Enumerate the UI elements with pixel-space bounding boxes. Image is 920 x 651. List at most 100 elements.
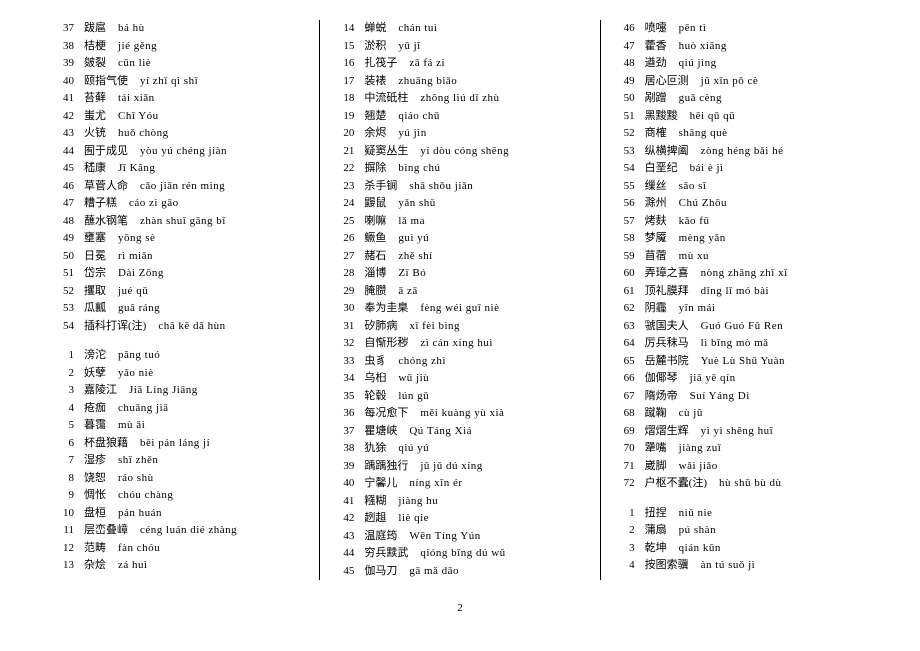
entry-pinyin: cáo zi gāo [129,195,179,212]
vocab-entry: 16扎筏子zā fá zi [332,55,587,72]
vocab-entry: 23杀手锏shā shǒu jiǎn [332,178,587,195]
vocab-entry: 9惆怅chóu chàng [52,487,307,504]
entry-pinyin: Yuè Lù Shū Yuàn [701,353,785,370]
entry-number: 19 [332,108,354,125]
entry-number: 37 [332,423,354,440]
entry-number: 38 [52,38,74,55]
entry-term: 攫取 [84,283,106,300]
entry-pinyin: yǎn shǔ [398,195,435,212]
entry-pinyin: chóu chàng [118,487,173,504]
entry-term: 踽踽独行 [364,458,408,475]
entry-pinyin: tái xiǎn [118,90,155,107]
entry-number: 27 [332,248,354,265]
entry-pinyin: mèng yǎn [679,230,726,247]
entry-pinyin: yú jìn [398,125,426,142]
vocab-entry: 32自惭形秽zì cán xíng huì [332,335,587,352]
entry-number: 56 [613,195,635,212]
entry-pinyin: níng xīn ér [409,475,462,492]
entry-term: 苔藓 [84,90,106,107]
vocab-entry: 44穷兵黩武qióng bīng dú wǔ [332,545,587,562]
entry-term: 嵇康 [84,160,106,177]
entry-term: 层峦叠嶂 [84,522,128,539]
entry-pinyin: Suí Yáng Dì [690,388,750,405]
entry-pinyin: niǔ nie [679,505,713,522]
vocab-entry: 1扭捏niǔ nie [613,505,868,522]
vocab-entry: 54插科打诨(注)chā kē dǎ hùn [52,318,307,335]
entry-term: 蝉蜕 [364,20,386,37]
entry-term: 淄博 [364,265,386,282]
entry-pinyin: Zī Bó [398,265,426,282]
entry-number: 41 [52,90,74,107]
vocab-entry: 2妖孽yāo niè [52,365,307,382]
vocab-entry: 27赭石zhě shí [332,248,587,265]
entry-number: 42 [332,510,354,527]
entry-pinyin: zì cán xíng huì [420,335,493,352]
entry-pinyin: Jī Kāng [118,160,155,177]
vocab-entry: 61顶礼膜拜dǐng lǐ mó bài [613,283,868,300]
vocab-entry: 72户枢不蠹(注)hù shū bù dù [613,475,868,492]
vocab-entry: 31矽肺病xī fèi bìng [332,318,587,335]
entry-number: 68 [613,405,635,422]
entry-number: 49 [52,230,74,247]
entry-number: 54 [613,160,635,177]
entry-pinyin: qiú jìng [679,55,717,72]
vocab-entry: 40宁馨儿níng xīn ér [332,475,587,492]
entry-pinyin: kǎo fū [679,213,710,230]
entry-number: 52 [52,283,74,300]
entry-term: 囿于成见 [84,143,128,160]
entry-term: 喇嘛 [364,213,386,230]
entry-pinyin: huǒ chòng [118,125,169,142]
vocab-entry: 62阴霾yīn mái [613,300,868,317]
entry-term: 淤积 [364,38,386,55]
entry-pinyin: pán huán [118,505,162,522]
entry-term: 遒劲 [645,55,667,72]
vocab-entry: 19翘楚qiáo chǔ [332,108,587,125]
entry-pinyin: cù jū [679,405,703,422]
entry-pinyin: pú shàn [679,522,716,539]
entry-number: 30 [332,300,354,317]
vocab-entry: 42趔趄liè qie [332,510,587,527]
entry-number: 4 [52,400,74,417]
entry-pinyin: liè qie [398,510,429,527]
vocab-entry: 48蘸水钢笔zhàn shuǐ gāng bǐ [52,213,307,230]
entry-term: 宁馨儿 [364,475,397,492]
entry-number: 32 [332,335,354,352]
entry-number: 53 [52,300,74,317]
entry-pinyin: chā kē dǎ hùn [158,318,225,335]
entry-term: 蘸水钢笔 [84,213,128,230]
entry-number: 67 [613,388,635,405]
entry-pinyin: qiú yú [398,440,429,457]
entry-pinyin: yí zhǐ qì shǐ [140,73,198,90]
entry-term: 岱宗 [84,265,106,282]
entry-number: 35 [332,388,354,405]
entry-pinyin: cūn liè [118,55,151,72]
entry-term: 蒲扇 [645,522,667,539]
entry-number: 18 [332,90,354,107]
entry-pinyin: zā fá zi [409,55,445,72]
entry-term: 赭石 [364,248,386,265]
entry-term: 居心叵测 [645,73,689,90]
vocab-entry: 58梦魇mèng yǎn [613,230,868,247]
vocab-entry: 60弄璋之喜nòng zhāng zhī xǐ [613,265,868,282]
vocab-entry: 38桔梗jié gěng [52,38,307,55]
vocab-entry: 26鳜鱼guì yú [332,230,587,247]
entry-number: 14 [332,20,354,37]
vocab-entry: 55缫丝sāo sī [613,178,868,195]
entry-term: 伽马刀 [364,563,397,580]
vocab-entry: 71崴脚wǎi jiǎo [613,458,868,475]
entry-number: 25 [332,213,354,230]
vocab-entry: 37瞿塘峡Qú Táng Xiá [332,423,587,440]
entry-pinyin: yāo niè [118,365,154,382]
vocab-entry: 50日冕rì miǎn [52,248,307,265]
entry-number: 46 [613,20,635,37]
entry-number: 44 [332,545,354,562]
entry-number: 22 [332,160,354,177]
entry-pinyin: jié gěng [118,38,157,55]
entry-number: 23 [332,178,354,195]
group-spacer [613,493,868,505]
entry-number: 63 [613,318,635,335]
entry-term: 皴裂 [84,55,106,72]
entry-pinyin: yīn mái [679,300,716,317]
entry-pinyin: Guó Guó Fū Ren [701,318,783,335]
entry-pinyin: zhuāng biǎo [398,73,457,90]
